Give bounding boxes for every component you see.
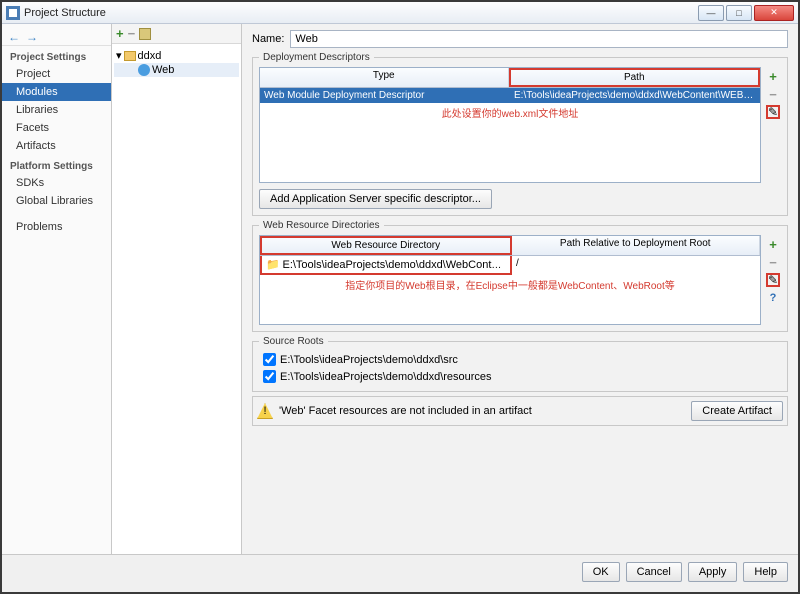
add-server-descriptor-button[interactable]: Add Application Server specific descript… <box>259 189 492 209</box>
webres-dir-cell: 📁 E:\Tools\ideaProjects\demo\ddxd\WebCon… <box>260 256 512 275</box>
srcroot-row-0[interactable]: E:\Tools\ideaProjects\demo\ddxd\src <box>259 351 781 368</box>
name-input[interactable] <box>290 30 788 48</box>
dialog-footer: OK Cancel Apply Help <box>2 554 798 588</box>
web-resource-group: Web Resource Directories Web Resource Di… <box>252 220 788 332</box>
window-title: Project Structure <box>24 7 698 19</box>
webres-row[interactable]: 📁 E:\Tools\ideaProjects\demo\ddxd\WebCon… <box>260 256 760 275</box>
tree-web-label: Web <box>152 64 174 76</box>
webres-legend: Web Resource Directories <box>259 220 384 231</box>
col-webres-dir: Web Resource Directory <box>260 236 512 255</box>
webres-remove-button[interactable]: − <box>766 255 780 269</box>
sidebar-group-project: Project Settings <box>2 46 111 65</box>
source-roots-group: Source Roots E:\Tools\ideaProjects\demo\… <box>252 336 788 392</box>
webres-add-button[interactable]: + <box>766 237 780 251</box>
copy-icon[interactable] <box>139 28 151 40</box>
sidebar-item-project[interactable]: Project <box>2 65 111 83</box>
add-icon[interactable]: + <box>116 26 124 41</box>
dep-edit-button[interactable]: ✎ <box>766 105 780 119</box>
tree-node-web[interactable]: Web <box>114 63 239 77</box>
dep-add-button[interactable]: + <box>766 69 780 83</box>
deployment-note: 此处设置你的web.xml文件地址 <box>260 103 760 122</box>
sidebar-item-sdks[interactable]: SDKs <box>2 174 111 192</box>
tree-toolbar: + − <box>112 24 241 44</box>
maximize-button[interactable]: □ <box>726 5 752 21</box>
back-arrow-icon[interactable]: ← <box>8 30 20 44</box>
cancel-button[interactable]: Cancel <box>626 562 682 582</box>
name-label: Name: <box>252 33 284 45</box>
warning-icon: ! <box>257 403 273 419</box>
forward-arrow-icon[interactable]: → <box>26 30 38 44</box>
srcroot-path-1: E:\Tools\ideaProjects\demo\ddxd\resource… <box>280 371 492 383</box>
facet-content: Name: Deployment Descriptors Type Path W… <box>242 24 798 554</box>
col-webres-rel: Path Relative to Deployment Root <box>512 236 761 255</box>
tree-module-label: ddxd <box>138 50 162 62</box>
deployment-table[interactable]: Type Path Web Module Deployment Descript… <box>259 67 761 183</box>
srcroot-path-0: E:\Tools\ideaProjects\demo\ddxd\src <box>280 354 458 366</box>
webres-rel-cell: / <box>512 256 760 275</box>
webres-note: 指定你项目的Web根目录，在Eclipse中一般都是WebContent、Web… <box>260 275 760 294</box>
close-button[interactable]: ✕ <box>754 5 794 21</box>
sidebar-toolbar: ← → <box>2 28 111 46</box>
col-path: Path <box>509 68 761 87</box>
minimize-button[interactable]: — <box>698 5 724 21</box>
remove-icon[interactable]: − <box>128 26 136 41</box>
warning-text: 'Web' Facet resources are not included i… <box>279 405 685 417</box>
sidebar-item-facets[interactable]: Facets <box>2 119 111 137</box>
apply-button[interactable]: Apply <box>688 562 738 582</box>
module-tree-panel: + − ▾ ddxd Web <box>112 24 242 554</box>
deployment-row[interactable]: Web Module Deployment Descriptor E:\Tool… <box>260 88 760 103</box>
srcroot-check-1[interactable] <box>263 370 276 383</box>
deployment-legend: Deployment Descriptors <box>259 52 374 63</box>
sidebar-item-global-libraries[interactable]: Global Libraries <box>2 192 111 210</box>
deployment-type-cell: Web Module Deployment Descriptor <box>260 88 510 103</box>
deployment-path-cell: E:\Tools\ideaProjects\demo\ddxd\WebConte… <box>510 88 760 103</box>
sidebar-item-libraries[interactable]: Libraries <box>2 101 111 119</box>
warning-row: ! 'Web' Facet resources are not included… <box>252 396 788 426</box>
sidebar-item-artifacts[interactable]: Artifacts <box>2 137 111 155</box>
window-titlebar: Project Structure — □ ✕ <box>2 2 798 24</box>
web-facet-icon <box>138 64 150 76</box>
srcroot-check-0[interactable] <box>263 353 276 366</box>
col-type: Type <box>260 68 509 87</box>
sidebar-item-modules[interactable]: Modules <box>2 83 111 101</box>
tree-node-module[interactable]: ▾ ddxd <box>114 48 239 63</box>
create-artifact-button[interactable]: Create Artifact <box>691 401 783 421</box>
settings-sidebar: ← → Project Settings Project Modules Lib… <box>2 24 112 554</box>
webres-table[interactable]: Web Resource Directory Path Relative to … <box>259 235 761 325</box>
expand-icon[interactable]: ▾ <box>116 49 122 62</box>
srcroot-row-1[interactable]: E:\Tools\ideaProjects\demo\ddxd\resource… <box>259 368 781 385</box>
sidebar-item-problems[interactable]: Problems <box>2 218 111 236</box>
folder-small-icon: 📁 <box>266 259 280 271</box>
sidebar-group-platform: Platform Settings <box>2 155 111 174</box>
module-folder-icon <box>124 51 136 61</box>
deployment-descriptors-group: Deployment Descriptors Type Path Web Mod… <box>252 52 788 216</box>
webres-edit-button[interactable]: ✎ <box>766 273 780 287</box>
ok-button[interactable]: OK <box>582 562 620 582</box>
webres-help-button[interactable]: ? <box>766 291 780 305</box>
app-icon <box>6 6 20 20</box>
help-button[interactable]: Help <box>743 562 788 582</box>
dep-remove-button[interactable]: − <box>766 87 780 101</box>
srcroots-legend: Source Roots <box>259 336 328 347</box>
